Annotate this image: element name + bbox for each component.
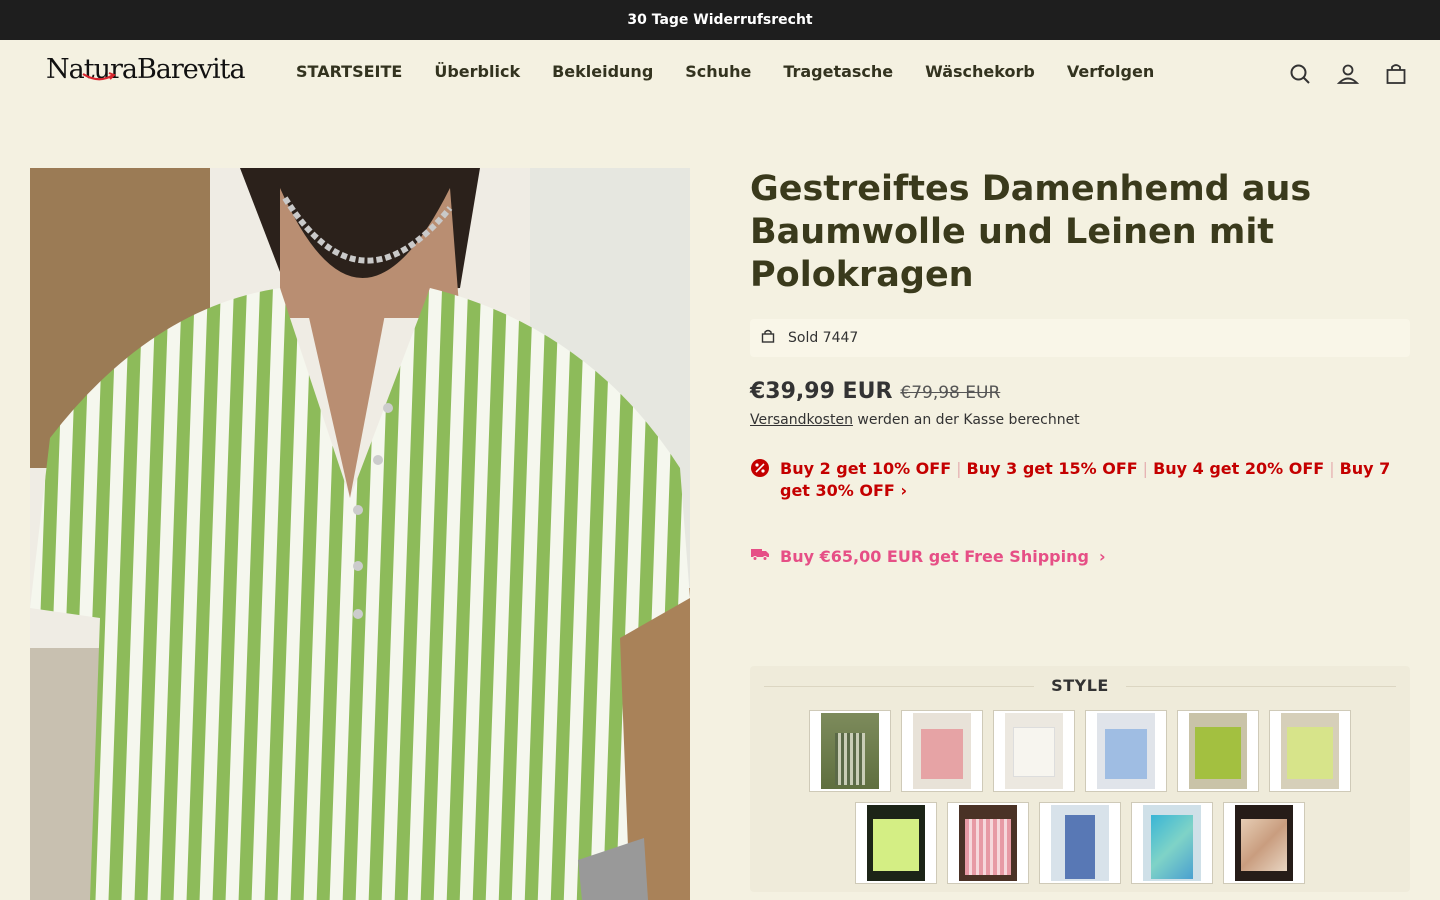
sale-price: €39,99 EUR [750,379,893,404]
separator: | [1142,459,1149,478]
style-swatch[interactable] [1223,802,1305,884]
product-title: Gestreiftes Damenhemd aus Baumwolle und … [750,169,1312,295]
style-swatch[interactable] [855,802,937,884]
announcement-bar: 30 Tage Widerrufsrecht [0,0,1440,40]
discount-offer-4: Buy 4 get 20% OFF [1153,459,1325,478]
header-icons [1288,62,1408,86]
style-swatch[interactable] [993,710,1075,792]
site-header: NaturaBarevita STARTSEITE Überblick Bekl… [0,40,1440,110]
main-nav: STARTSEITE Überblick Bekleidung Schuhe T… [296,62,1154,81]
product-info: Gestreiftes Damenhemd aus Baumwolle und … [750,168,1410,566]
style-selector: STYLE [750,666,1410,892]
free-shipping-text: Buy €65,00 EUR get Free Shipping [780,546,1089,566]
nav-verfolgen[interactable]: Verfolgen [1067,62,1154,81]
search-icon[interactable] [1288,62,1312,86]
style-label: STYLE [750,676,1410,695]
logo-smile-icon [82,72,116,81]
style-swatch[interactable] [1039,802,1121,884]
nav-bekleidung[interactable]: Bekleidung [552,62,653,81]
shipping-note: Versandkosten werden an der Kasse berech… [750,412,1410,428]
nav-schuhe[interactable]: Schuhe [685,62,751,81]
nav-waeschekorb[interactable]: Wäschekorb [925,62,1035,81]
style-swatch[interactable] [1131,802,1213,884]
style-swatch-row [750,710,1410,792]
product-photo [30,168,690,900]
shipping-text: werden an der Kasse berechnet [852,412,1080,428]
style-swatch-row [750,802,1410,884]
discount-offers[interactable]: Buy 2 get 10% OFF | Buy 3 get 15% OFF | Buy … [780,458,1410,502]
cart-icon[interactable] [1384,62,1408,86]
separator: | [1329,459,1335,478]
sold-count: Sold 7447 [788,330,859,346]
nav-startseite[interactable]: STARTSEITE [296,62,402,81]
style-swatch[interactable] [809,710,891,792]
style-swatch[interactable] [1085,710,1167,792]
compare-price: €79,98 EUR [900,383,1001,403]
bag-icon [760,328,776,348]
chevron-right-icon: › [1098,546,1106,566]
account-icon[interactable] [1336,62,1360,86]
discount-offer-3: Buy 3 get 15% OFF [966,459,1138,478]
style-swatch[interactable] [1269,710,1351,792]
announcement-text: 30 Tage Widerrufsrecht [627,12,813,28]
separator: | [956,459,962,478]
discount-icon [750,458,770,484]
product-image[interactable] [30,168,690,900]
shipping-link[interactable]: Versandkosten [750,412,853,428]
nav-ueberblick[interactable]: Überblick [434,62,520,81]
free-shipping-banner[interactable]: Buy €65,00 EUR get Free Shipping › [750,546,1410,566]
style-swatch[interactable] [901,710,983,792]
logo[interactable]: NaturaBarevita [46,54,246,85]
truck-icon [750,546,770,566]
style-swatch[interactable] [947,802,1029,884]
quantity-discounts: Buy 2 get 10% OFF | Buy 3 get 15% OFF | Buy … [750,458,1410,502]
nav-tragetasche[interactable]: Tragetasche [783,62,893,81]
sold-badge: Sold 7447 [750,319,1410,357]
discount-offer-2: Buy 2 get 10% OFF [780,459,952,478]
price-row: €39,99 EUR €79,98 EUR [750,379,1410,404]
style-swatch[interactable] [1177,710,1259,792]
chevron-right-icon: › [900,481,908,500]
